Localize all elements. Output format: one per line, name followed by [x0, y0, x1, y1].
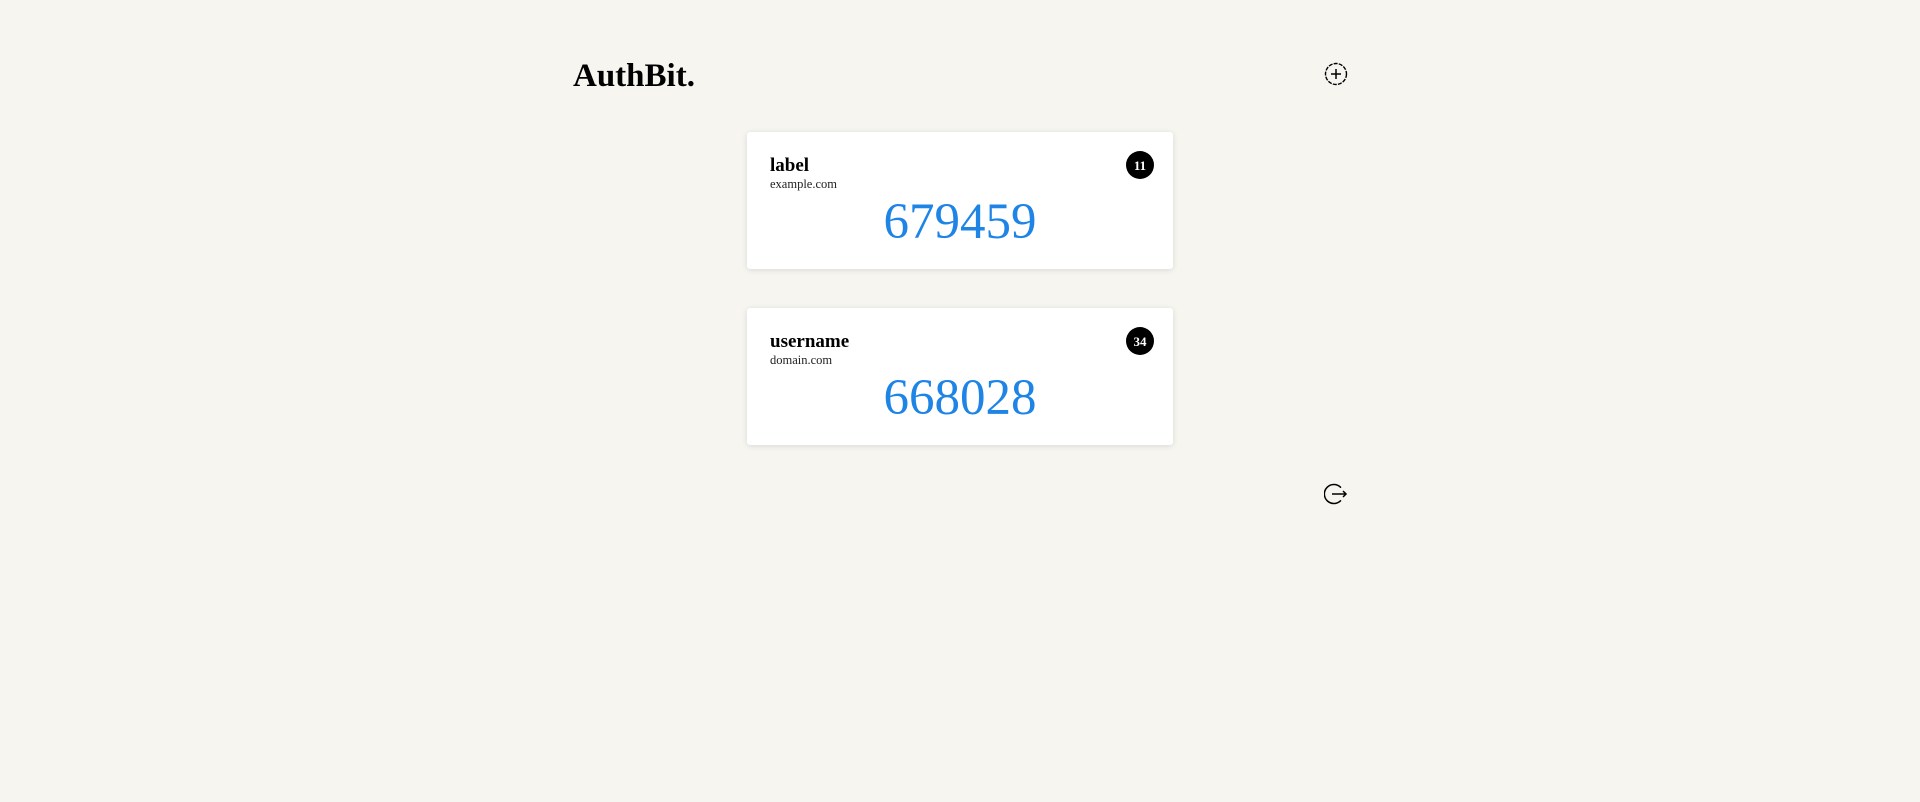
otp-code[interactable]: 668028: [747, 368, 1173, 428]
countdown-badge: 34: [1126, 327, 1154, 355]
app-page: AuthBit. label example.com 11 679459 use…: [0, 0, 1920, 802]
account-label: label: [770, 155, 810, 176]
add-account-button[interactable]: [1323, 61, 1349, 87]
account-label: username: [770, 331, 850, 352]
account-card[interactable]: username domain.com 34 668028: [747, 308, 1173, 445]
app-logo-title: AuthBit.: [573, 58, 695, 94]
logout-button[interactable]: [1323, 481, 1349, 507]
countdown-badge: 11: [1126, 151, 1154, 179]
otp-code[interactable]: 679459: [747, 192, 1173, 252]
logout-icon: [1324, 483, 1348, 505]
account-card[interactable]: label example.com 11 679459: [747, 132, 1173, 269]
account-domain: example.com: [770, 177, 837, 191]
account-domain: domain.com: [770, 353, 833, 367]
add-circle-icon: [1324, 62, 1348, 86]
